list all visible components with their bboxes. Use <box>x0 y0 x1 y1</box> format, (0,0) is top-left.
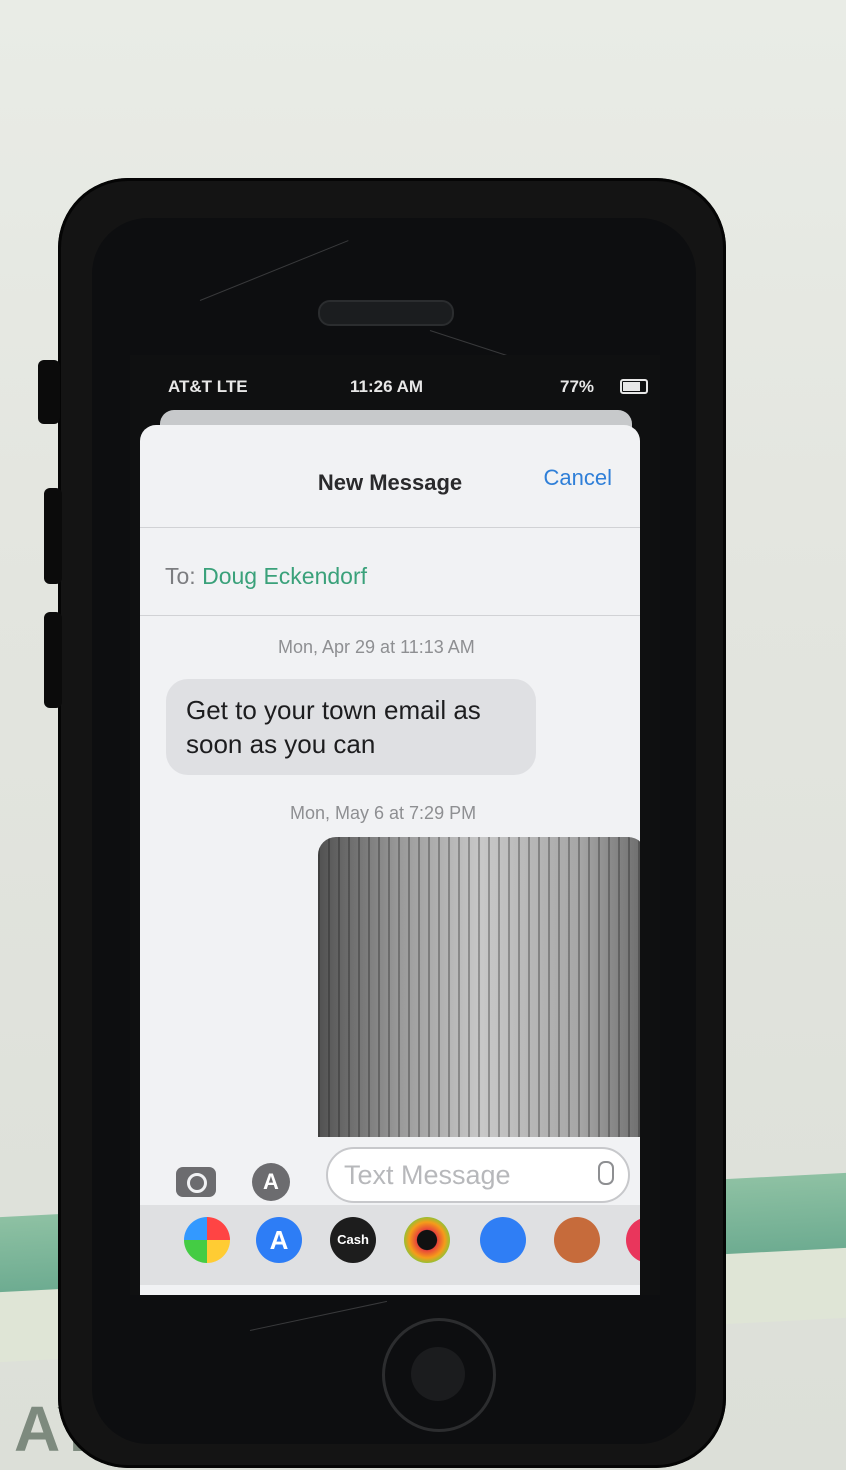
home-button-center <box>411 1347 465 1401</box>
status-time: 11:26 AM <box>350 377 424 396</box>
photos-app-icon[interactable] <box>184 1217 230 1263</box>
header-divider <box>140 527 640 528</box>
recipient-divider <box>140 615 640 616</box>
document-text-lines <box>318 837 640 1157</box>
memoji-sticker-icon[interactable] <box>554 1217 600 1263</box>
new-message-sheet: New Message Cancel To: Doug Eckendorf Mo… <box>140 425 640 1295</box>
earpiece-speaker <box>318 300 454 326</box>
volume-down-button <box>44 612 62 708</box>
timestamp: Mon, Apr 29 at 11:13 AM <box>278 637 475 657</box>
document-photo-attachment[interactable] <box>318 837 640 1157</box>
message-input[interactable]: Text Message <box>326 1147 630 1203</box>
microphone-icon[interactable] <box>598 1161 614 1185</box>
incoming-message-bubble[interactable]: Get to your town email as soon as you ca… <box>166 679 536 775</box>
apple-cash-icon[interactable]: Cash <box>330 1217 376 1263</box>
to-label: To: <box>165 563 196 589</box>
timestamp: Mon, May 6 at 7:29 PM <box>290 803 477 823</box>
camera-icon[interactable] <box>176 1167 216 1197</box>
audio-message-icon[interactable] <box>480 1217 526 1263</box>
app-drawer: A Cash <box>140 1205 640 1285</box>
app-store-icon[interactable]: A <box>252 1163 290 1201</box>
photo-scene: AY AT&T LTE 11:26 AM 77% New Message Can… <box>0 0 846 1470</box>
battery-percent: 77% <box>560 377 595 396</box>
fitness-activity-icon[interactable] <box>404 1217 450 1263</box>
cancel-button[interactable]: Cancel <box>544 465 612 491</box>
message-placeholder: Text Message <box>344 1160 511 1190</box>
app-store-app-icon[interactable]: A <box>256 1217 302 1263</box>
compose-bar: A Text Message <box>140 1137 640 1207</box>
recipient-name[interactable]: Doug Eckendorf <box>202 563 367 589</box>
home-button[interactable] <box>382 1318 496 1432</box>
mute-switch <box>38 360 60 424</box>
volume-up-button <box>44 488 62 584</box>
carrier-label: AT&T LTE <box>168 377 248 396</box>
phone-screen: AT&T LTE 11:26 AM 77% New Message Cancel… <box>130 355 660 1295</box>
digital-touch-heart-icon[interactable] <box>626 1217 640 1263</box>
recipient-row[interactable]: To: Doug Eckendorf <box>165 563 367 590</box>
